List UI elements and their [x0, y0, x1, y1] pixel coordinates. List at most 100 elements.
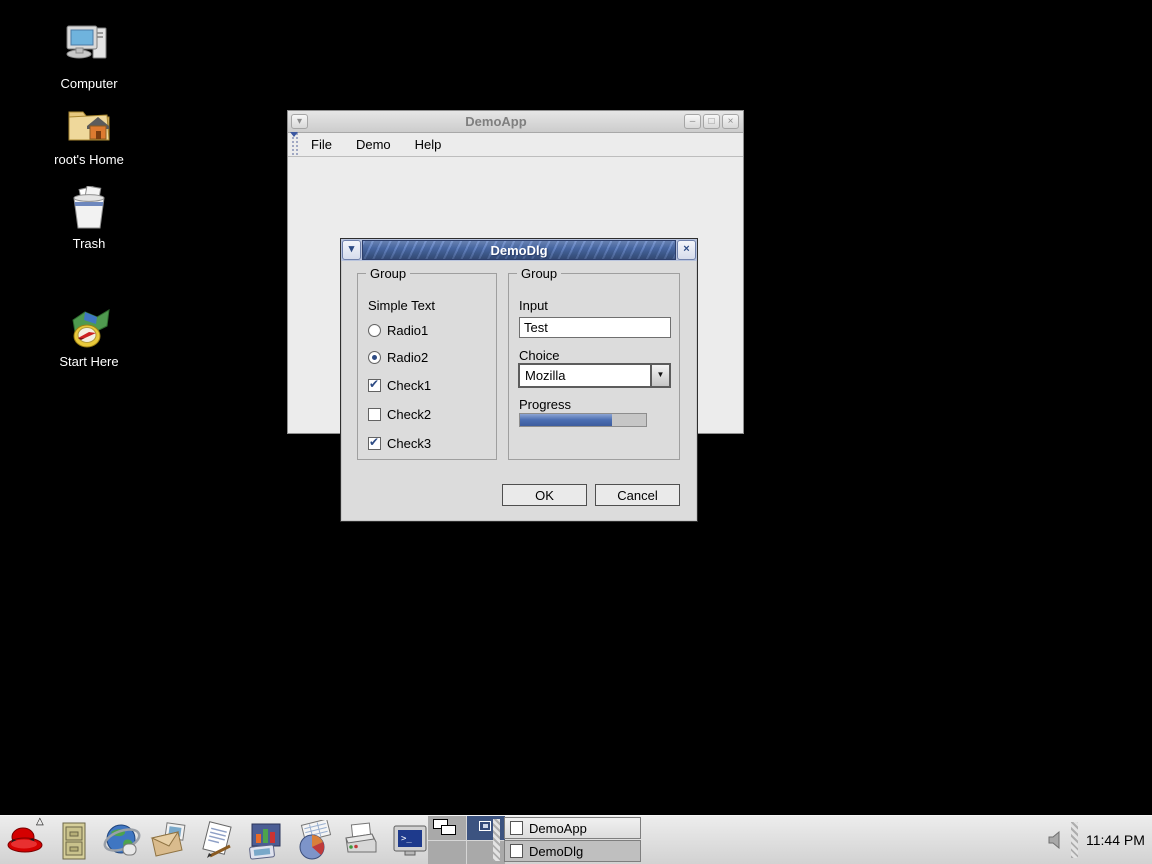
- desktop-icon-label: Computer: [39, 76, 139, 91]
- desktop-icon-label: root's Home: [39, 152, 139, 167]
- checkbox-icon[interactable]: ✔: [368, 379, 381, 392]
- chevron-down-icon: ▾: [297, 116, 302, 127]
- radio1-label: Radio1: [387, 323, 428, 338]
- minimize-button[interactable]: –: [684, 114, 701, 129]
- demoapp-menubar: File Demo Help: [288, 133, 743, 157]
- web-browser-launcher[interactable]: [98, 818, 146, 863]
- spreadsheet-pie-icon: [291, 820, 337, 862]
- close-icon: ×: [728, 116, 734, 127]
- radio-icon[interactable]: [368, 351, 381, 364]
- trash-icon: [66, 186, 112, 232]
- svg-text:>_: >_: [401, 834, 412, 844]
- window-list: DemoApp DemoDlg: [504, 817, 641, 863]
- menu-help[interactable]: Help: [403, 134, 454, 155]
- window-list-drag-handle[interactable]: [493, 819, 500, 861]
- web-browser-icon: [101, 820, 143, 862]
- volume-control[interactable]: [1046, 831, 1064, 854]
- close-button[interactable]: ×: [722, 114, 739, 129]
- groupbox-legend: Group: [366, 266, 410, 281]
- start-here-icon: [63, 304, 115, 350]
- groupbox-legend: Group: [517, 266, 561, 281]
- desktop-icon-start-here[interactable]: Start Here: [39, 304, 139, 369]
- progress-label: Progress: [519, 397, 571, 412]
- check1-option[interactable]: ✔ Check1: [368, 378, 431, 393]
- document-pen-icon: [196, 820, 240, 862]
- chevron-down-icon: ▾: [349, 243, 355, 255]
- check3-option[interactable]: ✔ Check3: [368, 436, 431, 451]
- home-folder-icon: [63, 100, 115, 148]
- window-icon: [510, 821, 523, 835]
- presentation-launcher[interactable]: [242, 818, 290, 863]
- progress-bar-fill: [520, 414, 612, 426]
- menu-arrow-icon: △: [36, 816, 44, 827]
- desktop-icon-trash[interactable]: Trash: [39, 186, 139, 251]
- file-manager-launcher[interactable]: [50, 818, 98, 863]
- ok-button[interactable]: OK: [502, 484, 587, 506]
- input-field[interactable]: [519, 317, 671, 338]
- checkbox-icon[interactable]: ✔: [368, 437, 381, 450]
- cancel-button[interactable]: Cancel: [595, 484, 680, 506]
- simple-text-label: Simple Text: [368, 298, 435, 313]
- check2-option[interactable]: ✔ Check2: [368, 407, 431, 422]
- choice-label: Choice: [519, 348, 559, 363]
- check2-label: Check2: [387, 407, 431, 422]
- check-mark-icon: ✔: [369, 377, 379, 391]
- window-icon: [510, 844, 523, 858]
- window-list-item-demoapp[interactable]: DemoApp: [504, 817, 641, 839]
- chevron-down-icon: ▼: [657, 370, 665, 379]
- file-cabinet-icon: [55, 820, 93, 862]
- radio1-option[interactable]: Radio1: [368, 323, 428, 338]
- window-menu-button[interactable]: ▾: [291, 114, 308, 129]
- maximize-button[interactable]: □: [703, 114, 720, 129]
- dialog-close-button[interactable]: ×: [677, 240, 696, 260]
- window-list-label: DemoDlg: [529, 844, 583, 859]
- dropdown-selected-value: Mozilla: [520, 365, 650, 386]
- speaker-icon: [1046, 831, 1064, 849]
- radio2-option[interactable]: Radio2: [368, 350, 428, 365]
- demodlg-titlebar[interactable]: ▾ DemoDlg ×: [341, 239, 697, 261]
- left-groupbox: Group Simple Text Radio1 Radio2 ✔ Check1…: [357, 273, 497, 460]
- minimize-icon: –: [690, 116, 696, 127]
- terminal-icon: >_: [389, 820, 431, 862]
- choice-dropdown[interactable]: Mozilla ▼: [518, 363, 671, 388]
- demodlg-dialog: ▾ DemoDlg × Group Simple Text Radio1 Rad…: [340, 238, 698, 522]
- toolbar-drag-handle[interactable]: [290, 133, 299, 156]
- workspace-1[interactable]: [428, 816, 466, 840]
- window-list-label: DemoApp: [529, 821, 587, 836]
- window-list-item-demodlg[interactable]: DemoDlg: [504, 840, 641, 862]
- right-groupbox: Group Input Choice Mozilla ▼ Progress: [508, 273, 680, 460]
- email-icon: [148, 820, 192, 862]
- maximize-icon: □: [708, 116, 714, 127]
- word-processor-launcher[interactable]: [194, 818, 242, 863]
- window-title: DemoApp: [309, 114, 683, 129]
- print-manager-launcher[interactable]: [338, 818, 386, 863]
- demoapp-titlebar[interactable]: ▾ DemoApp – □ ×: [288, 111, 743, 133]
- close-icon: ×: [683, 243, 689, 255]
- computer-icon: [61, 22, 117, 72]
- clock-drag-handle[interactable]: [1071, 822, 1078, 858]
- input-label: Input: [519, 298, 548, 313]
- dialog-title: DemoDlg: [490, 243, 547, 258]
- check-mark-icon: ✔: [369, 435, 379, 449]
- terminal-launcher[interactable]: >_: [386, 818, 434, 863]
- dialog-menu-button[interactable]: ▾: [342, 240, 361, 260]
- presentation-icon: [244, 820, 288, 862]
- dropdown-button[interactable]: ▼: [650, 365, 669, 386]
- menu-demo[interactable]: Demo: [344, 134, 403, 155]
- email-launcher[interactable]: [146, 818, 194, 863]
- menu-file[interactable]: File: [299, 134, 344, 155]
- spreadsheet-launcher[interactable]: [290, 818, 338, 863]
- checkbox-icon[interactable]: ✔: [368, 408, 381, 421]
- check1-label: Check1: [387, 378, 431, 393]
- radio-icon[interactable]: [368, 324, 381, 337]
- workspace-3[interactable]: [428, 841, 466, 864]
- taskbar-panel: >_ △ DemoApp DemoDlg 11:44 PM: [0, 815, 1152, 864]
- desktop-icon-label: Start Here: [39, 354, 139, 369]
- desktop-icon-label: Trash: [39, 236, 139, 251]
- desktop-icon-roots-home[interactable]: root's Home: [39, 100, 139, 167]
- printer-icon: [340, 820, 384, 862]
- desktop-icon-computer[interactable]: Computer: [39, 22, 139, 91]
- clock[interactable]: 11:44 PM: [1086, 832, 1145, 848]
- progress-bar: [519, 413, 647, 427]
- radio2-label: Radio2: [387, 350, 428, 365]
